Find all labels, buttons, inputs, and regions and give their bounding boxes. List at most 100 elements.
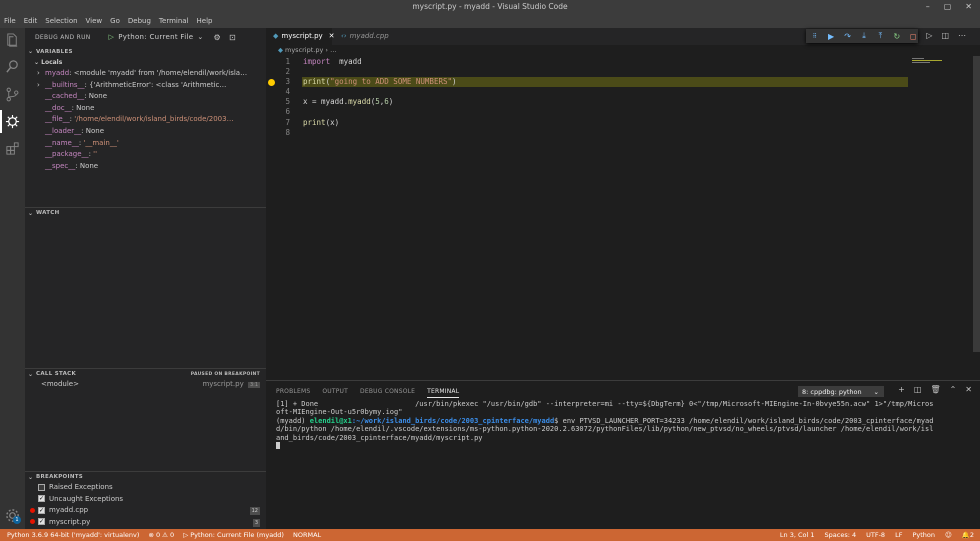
callstack-frame[interactable]: <module> myscript.py 3:1 [25, 379, 266, 391]
variable-row[interactable]: __doc__: None [25, 103, 266, 115]
cursor-position[interactable]: Ln 3, Col 1 [780, 529, 815, 541]
step-out-icon[interactable]: ⤒ [876, 31, 885, 41]
split-terminal-icon[interactable]: ◫ [914, 385, 922, 394]
trash-icon[interactable]: 🗑 [930, 385, 940, 394]
breakpoint-checkbox[interactable]: ✓ [38, 506, 45, 514]
tab-problems[interactable]: PROBLEMS [276, 388, 310, 398]
gear-icon[interactable]: ⚙ [213, 33, 220, 42]
breakpoint-checkbox[interactable]: ✓ [38, 518, 45, 526]
scope-locals[interactable]: ⌄ Locals [25, 57, 266, 68]
variable-row[interactable]: __cached__: None [25, 91, 266, 103]
code-line[interactable]: 7 print(x) [266, 118, 980, 128]
chevron-right-icon[interactable]: › [37, 68, 45, 80]
code-line[interactable]: 2 [266, 67, 980, 77]
continue-icon[interactable]: ▶ [826, 32, 835, 41]
breakpoint-checkbox[interactable]: ✓ [38, 495, 45, 503]
split-editor-icon[interactable]: ◫ [941, 31, 949, 40]
chevron-down-icon: ⌄ [28, 209, 34, 217]
variable-row[interactable]: __spec__: None [25, 161, 266, 173]
debug-icon[interactable] [0, 110, 20, 133]
drag-handle-icon[interactable]: ⠿ [810, 33, 819, 40]
code-line[interactable]: 1 import myadd [266, 57, 980, 67]
tab-terminal[interactable]: TERMINAL [427, 388, 460, 398]
menu-go[interactable]: Go [110, 15, 120, 28]
terminal-output[interactable]: [1] + Done /usr/bin/pkexec "/usr/bin/gdb… [276, 400, 936, 451]
breakpoint-item[interactable]: Raised Exceptions [25, 482, 266, 494]
variable-row[interactable]: __package__: '' [25, 149, 266, 161]
step-into-icon[interactable]: ⤓ [859, 31, 868, 41]
new-terminal-icon[interactable]: + [898, 385, 905, 394]
settings-gear-icon[interactable]: 1 [5, 508, 21, 524]
breakpoint-item[interactable]: ✓ myscript.py 3 [25, 517, 266, 529]
stop-icon[interactable]: ◻ [909, 32, 918, 41]
language-mode[interactable]: Python [912, 529, 935, 541]
search-icon[interactable] [5, 59, 20, 74]
minimize-button[interactable]: – [926, 2, 930, 11]
indentation[interactable]: Spaces: 4 [825, 529, 857, 541]
problems-count[interactable]: ⊗ 0 ⚠ 0 [148, 529, 174, 541]
python-icon: ◆ [273, 32, 279, 40]
editor-scrollbar[interactable] [973, 56, 980, 352]
callstack-section-header[interactable]: ⌄ CALL STACK PAUSED ON BREAKPOINT [25, 368, 266, 379]
variable-value: <module 'myadd' from '/home/elendil/work… [71, 69, 248, 77]
step-over-icon[interactable]: ↷ [843, 32, 852, 41]
python-interpreter[interactable]: Python 3.6.9 64-bit ('myadd': virtualenv… [7, 529, 139, 541]
variable-row[interactable]: __loader__: None [25, 126, 266, 138]
menu-edit[interactable]: Edit [24, 15, 38, 28]
code-line[interactable]: 6 [266, 107, 980, 117]
code-line[interactable]: 5 x = myadd.myadd(5,6) [266, 97, 980, 107]
notifications[interactable]: 🔔2 [962, 529, 974, 541]
menu-debug[interactable]: Debug [128, 15, 151, 28]
close-window-button[interactable]: ✕ [965, 2, 972, 11]
line-number: 6 [285, 107, 290, 117]
breakpoint-item[interactable]: ✓ Uncaught Exceptions [25, 494, 266, 506]
breadcrumb-rest[interactable]: … [330, 46, 337, 54]
tab-myadd-cpp[interactable]: ‹› myadd.cpp [334, 28, 398, 45]
breakpoints-section-header[interactable]: ⌄ BREAKPOINTS [25, 471, 266, 482]
breakpoint-item[interactable]: ✓ myadd.cpp 12 [25, 505, 266, 517]
breadcrumb-file[interactable]: myscript.py [285, 46, 323, 54]
code-line[interactable]: 8 [266, 128, 980, 138]
minimap[interactable] [912, 58, 972, 68]
menu-selection[interactable]: Selection [45, 15, 77, 28]
watch-section-header[interactable]: ⌄ WATCH [25, 207, 266, 218]
chevron-down-icon: ⌄ [28, 370, 34, 378]
restart-icon[interactable]: ↻ [892, 32, 901, 41]
debug-config-status[interactable]: ▷ Python: Current File (myadd) [183, 529, 284, 541]
source-control-icon[interactable] [5, 87, 20, 102]
maximize-button[interactable]: ▢ [944, 2, 952, 11]
variable-row[interactable]: › myadd: <module 'myadd' from '/home/elen… [25, 68, 266, 80]
variable-row[interactable]: › __builtins__: {'ArithmeticError': <clas… [25, 80, 266, 92]
terminal-select[interactable]: 8: cppdbg: python ⌄ [798, 386, 884, 397]
code-line[interactable]: 4 [266, 87, 980, 97]
maximize-panel-icon[interactable]: ⌃ [950, 385, 957, 394]
start-debug-icon[interactable]: ▷ [109, 33, 115, 41]
code-editor[interactable]: 1 import myadd 2 3 print("going to ADD SOME … [266, 57, 980, 138]
variable-row[interactable]: __name__: '__main__' [25, 138, 266, 150]
run-icon[interactable]: ▷ [926, 31, 932, 40]
debug-config-dropdown[interactable]: ▷ Python: Current File ⌄ [109, 33, 204, 41]
breakpoint-checkbox[interactable] [38, 483, 45, 491]
tab-myscript[interactable]: ◆ myscript.py ✕ [266, 28, 335, 45]
code-line[interactable]: 3 print("going to ADD SOME NUMBERS") [266, 77, 980, 88]
files-icon[interactable] [5, 33, 20, 48]
end-of-line[interactable]: LF [895, 529, 902, 541]
tab-output[interactable]: OUTPUT [322, 388, 348, 398]
breadcrumb[interactable]: ◆ myscript.py › … [266, 45, 337, 56]
encoding[interactable]: UTF-8 [866, 529, 885, 541]
menu-file[interactable]: File [4, 15, 16, 28]
variables-section-header[interactable]: ⌄ VARIABLES [25, 46, 266, 57]
tab-debug-console[interactable]: DEBUG CONSOLE [360, 388, 415, 398]
chevron-down-icon: ⌄ [197, 33, 204, 41]
line-number: 3 [285, 77, 290, 87]
extensions-icon[interactable] [5, 141, 20, 156]
menu-help[interactable]: Help [197, 15, 213, 28]
chevron-right-icon[interactable]: › [37, 80, 45, 92]
menu-view[interactable]: View [86, 15, 103, 28]
menu-terminal[interactable]: Terminal [159, 15, 189, 28]
close-panel-icon[interactable]: ✕ [965, 385, 972, 394]
debug-console-icon[interactable]: ⊡ [229, 33, 236, 42]
more-actions-icon[interactable]: ⋯ [958, 31, 966, 40]
variable-row[interactable]: __file__: '/home/elendil/work/island_bir… [25, 114, 266, 126]
feedback-icon[interactable]: ☺ [945, 529, 952, 541]
